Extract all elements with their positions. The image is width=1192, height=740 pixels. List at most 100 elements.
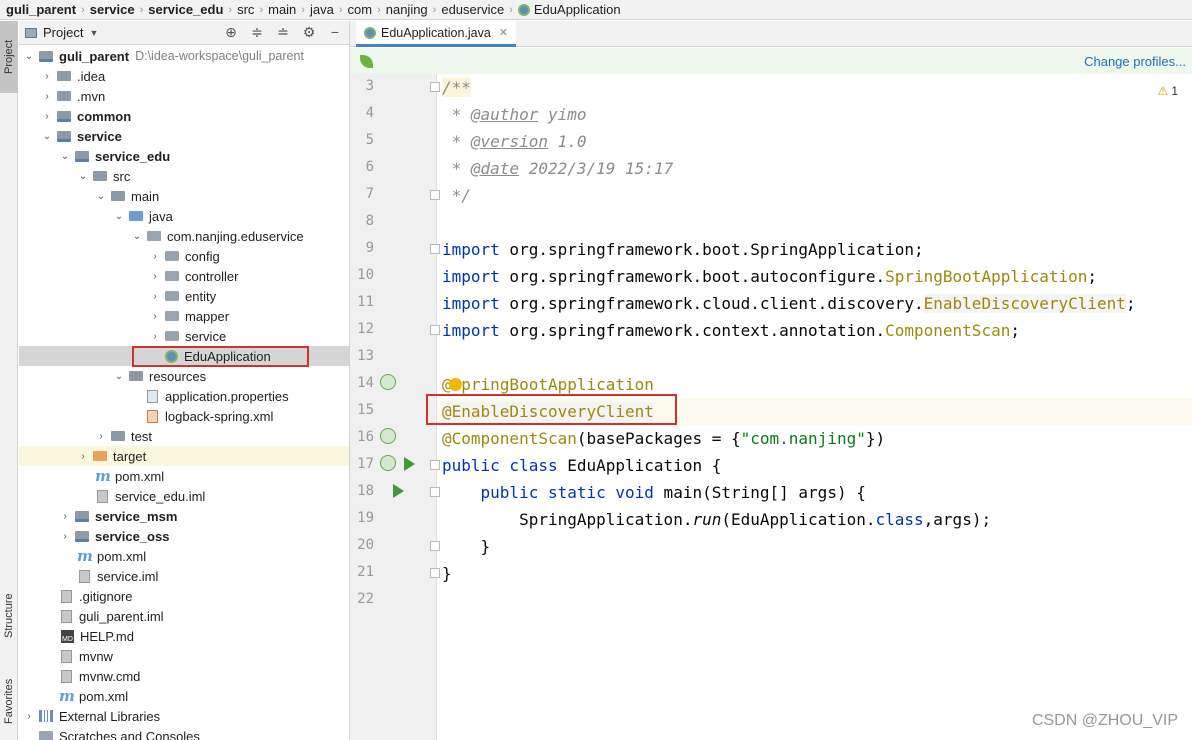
tree-item-application-properties[interactable]: application.properties [19, 386, 349, 406]
code-line: * @author yimo [442, 101, 587, 128]
breadcrumb-item[interactable]: java [310, 2, 334, 17]
inspection-widget[interactable]: ⚠ 1 [1158, 84, 1178, 98]
scratches-icon [39, 731, 53, 740]
tree-item-mvn[interactable]: › .mvn [19, 86, 349, 106]
tree-item-resources[interactable]: ⌄ resources [19, 366, 349, 386]
collapse-all-icon[interactable]: ≐ [275, 24, 291, 41]
text-file-icon [61, 669, 72, 683]
tree-item-service-msm[interactable]: › service_msm [19, 506, 349, 526]
fold-marker-icon[interactable] [430, 244, 440, 254]
tree-item-scratches[interactable]: Scratches and Consoles [19, 726, 349, 740]
code-editor[interactable]: 3 4 5 6 7 8 9 10 11 12 13 14 15 16 17 18… [350, 74, 1192, 740]
tree-item-target[interactable]: › target [19, 446, 349, 466]
breadcrumb-item[interactable]: service [90, 2, 135, 17]
module-folder-icon [57, 110, 71, 122]
code-line: } [442, 560, 452, 587]
fold-marker-icon[interactable] [430, 460, 440, 470]
gear-icon[interactable]: ⚙ [301, 24, 317, 41]
breadcrumb-item[interactable]: EduApplication [517, 2, 621, 17]
tree-item-label: service [185, 328, 227, 344]
tree-item-pom[interactable]: m pom.xml [19, 686, 349, 706]
tree-item-mvnw[interactable]: mvnw [19, 646, 349, 666]
chevron-right-icon: › [153, 290, 157, 302]
fold-marker-icon[interactable] [430, 487, 440, 497]
close-icon[interactable]: ✕ [499, 26, 508, 39]
locate-icon[interactable]: ⊕ [223, 24, 239, 41]
tab-eduapplication[interactable]: EduApplication.java ✕ [356, 21, 517, 47]
tool-tab-project[interactable]: Project [0, 21, 18, 93]
breadcrumb-item[interactable]: src [237, 2, 254, 17]
breadcrumb-item[interactable]: main [268, 2, 296, 17]
fold-marker-icon[interactable] [430, 82, 440, 92]
tree-item-gitignore[interactable]: .gitignore [19, 586, 349, 606]
line-number: 11 [357, 294, 374, 310]
tree-item-iml[interactable]: guli_parent.iml [19, 606, 349, 626]
breadcrumb-item[interactable]: service_edu [148, 2, 223, 17]
tree-item-guli-parent[interactable]: ⌄ guli_parent D:\idea-workspace\guli_paren… [19, 46, 349, 66]
tree-item-external-libraries[interactable]: › External Libraries [19, 706, 349, 726]
tree-item-controller[interactable]: › controller [19, 266, 349, 286]
tree-item-pom[interactable]: m pom.xml [19, 466, 349, 486]
tree-item-label: guli_parent [59, 48, 130, 64]
fold-marker-icon[interactable] [430, 325, 440, 335]
fold-marker-icon[interactable] [430, 568, 440, 578]
change-profiles-link[interactable]: Change profiles... [1084, 54, 1186, 69]
xml-file-icon [147, 409, 158, 423]
code-token: /** [442, 78, 471, 97]
chevron-down-icon: ⌄ [60, 150, 70, 162]
tree-item-common[interactable]: › common [19, 106, 349, 126]
tree-item-service-pkg[interactable]: › service [19, 326, 349, 346]
chevron-right-icon: › [81, 3, 85, 16]
tree-item-label: controller [185, 268, 239, 284]
tree-item-eduapplication[interactable]: EduApplication [19, 346, 349, 366]
spring-bean-icon[interactable] [380, 428, 396, 444]
tree-item-test[interactable]: › test [19, 426, 349, 446]
breadcrumb-item[interactable]: com [348, 2, 373, 17]
folder-icon [57, 71, 71, 81]
breadcrumb-item[interactable]: eduservice [441, 2, 504, 17]
tree-item-label: .idea [77, 68, 106, 84]
run-icon[interactable] [393, 484, 404, 498]
code-token: @version [470, 132, 548, 151]
breadcrumb: guli_parent › service › service_edu › src › … [0, 0, 1192, 20]
tree-item-src[interactable]: ⌄ src [19, 166, 349, 186]
tree-item-main[interactable]: ⌄ main [19, 186, 349, 206]
tree-item-package[interactable]: ⌄ com.nanjing.eduservice [19, 226, 349, 246]
chevron-right-icon: › [432, 3, 437, 16]
tree-item-entity[interactable]: › entity [19, 286, 349, 306]
spring-bean-icon[interactable] [380, 374, 396, 390]
tree-item-iml[interactable]: service_edu.iml [19, 486, 349, 506]
code-token: public class [442, 456, 558, 475]
breadcrumb-item[interactable]: nanjing [386, 2, 428, 17]
tree-item-config[interactable]: › config [19, 246, 349, 266]
breadcrumb-item[interactable]: guli_parent [6, 2, 76, 17]
folder-icon [57, 91, 71, 101]
line-number: 19 [357, 510, 374, 526]
fold-marker-icon[interactable] [430, 190, 440, 200]
tree-item-label: test [131, 428, 152, 444]
tree-item-idea[interactable]: › .idea [19, 66, 349, 86]
lightbulb-icon[interactable] [449, 378, 462, 391]
code-token: public static void [480, 483, 654, 502]
spring-bean-icon[interactable] [380, 455, 396, 471]
tree-item-service-oss[interactable]: › service_oss [19, 526, 349, 546]
project-view-selector[interactable]: Project ▼ [25, 25, 98, 40]
tool-tab-favorites[interactable]: Favorites [0, 666, 18, 736]
fold-marker-icon[interactable] [430, 541, 440, 551]
tree-item-logback-xml[interactable]: logback-spring.xml [19, 406, 349, 426]
tree-item-pom[interactable]: m pom.xml [19, 546, 349, 566]
expand-all-icon[interactable]: ≑ [249, 24, 265, 41]
chevron-right-icon: › [27, 710, 31, 722]
tree-item-iml[interactable]: service.iml [19, 566, 349, 586]
tree-item-java[interactable]: ⌄ java [19, 206, 349, 226]
tree-item-mapper[interactable]: › mapper [19, 306, 349, 326]
tree-item-label: mvnw [79, 648, 113, 664]
tree-item-mvnw-cmd[interactable]: mvnw.cmd [19, 666, 349, 686]
tool-tab-structure[interactable]: Structure [0, 581, 18, 651]
tree-item-service[interactable]: ⌄ service [19, 126, 349, 146]
tree-item-label: com.nanjing.eduservice [167, 228, 304, 244]
tree-item-service-edu[interactable]: ⌄ service_edu [19, 146, 349, 166]
minimize-icon[interactable]: − [327, 24, 343, 41]
run-icon[interactable] [404, 457, 415, 471]
tree-item-help-md[interactable]: MD HELP.md [19, 626, 349, 646]
